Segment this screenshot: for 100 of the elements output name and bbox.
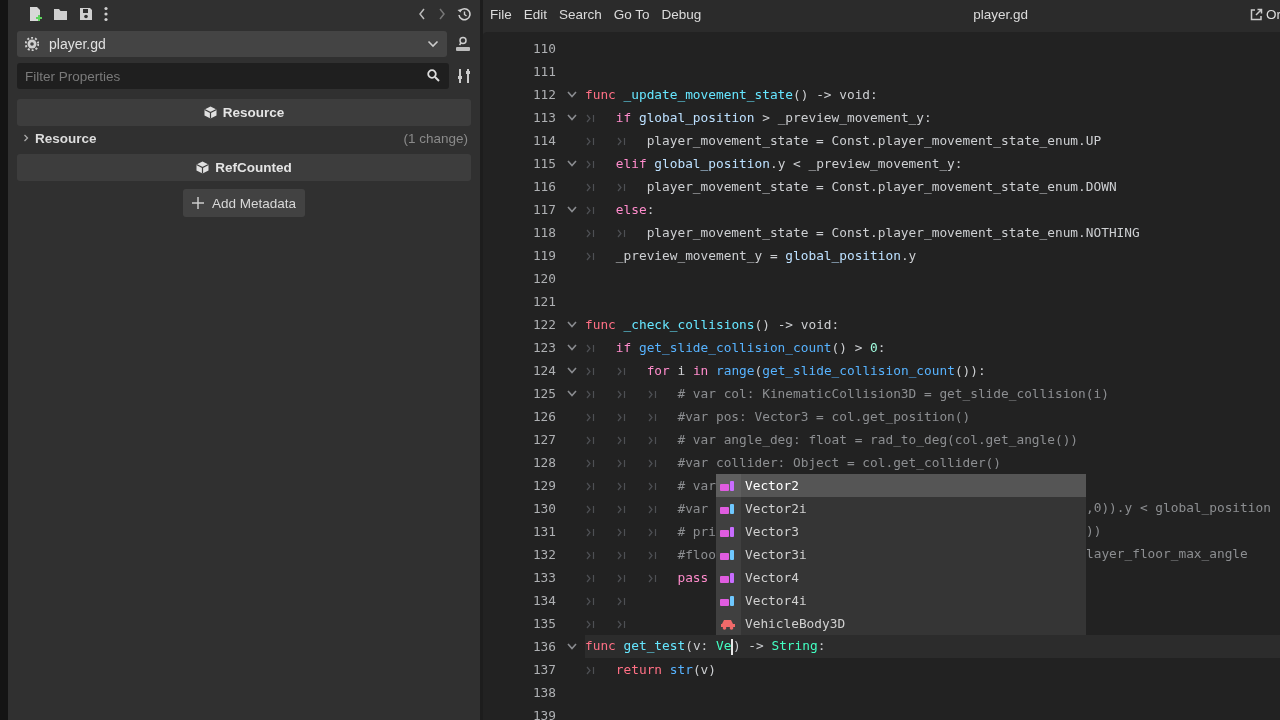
resource-dropdown[interactable]: player.gd [17,31,447,57]
line-number: 127 [531,432,556,447]
code-line: pass [677,570,709,585]
back-icon[interactable] [417,7,427,21]
code-line: player_movement_state = Const.player_movement_state_enum.NOTHING [646,225,1140,240]
chevron-icon[interactable] [22,133,30,143]
completion-item[interactable]: Vector4 [715,566,1086,589]
code-line: # pri [677,524,716,539]
line-number: 137 [531,662,556,677]
menu-item[interactable]: File [488,6,518,22]
line-number: 121 [531,294,556,309]
folder-icon[interactable] [53,7,69,21]
line-number: 138 [531,685,556,700]
line-number: 133 [531,570,556,585]
line-number: 112 [531,87,556,102]
vector-type-icon [720,525,737,538]
line-number: 135 [531,616,556,631]
vector-type-icon [720,548,737,561]
open-link[interactable]: Or [1250,6,1280,22]
line-number: 125 [531,386,556,401]
code-fragment: )) [1085,523,1102,538]
code-line: #floo [677,547,716,562]
code-line: player_movement_state = Const.player_movement_state_enum.DOWN [646,179,1117,194]
code-line: elif global_position.y < _preview_movement_y: [615,156,963,171]
vector-type-icon [720,571,737,584]
change-count: (1 change) [403,130,468,146]
code-fragment: layer_floor_max_angle [1085,546,1248,561]
line-number: 110 [531,41,556,56]
line-number: 117 [531,202,556,217]
line-number: 126 [531,409,556,424]
line-number: 134 [531,593,556,608]
category-label: Resource [35,130,97,146]
code-line: if get_slide_collision_count() > 0: [615,340,886,355]
line-number: 139 [531,708,556,720]
category-row[interactable]: Resource (1 change) [17,127,471,149]
doc-search-icon[interactable] [455,36,471,52]
code-line: func get_test(v: Ve) -> String: [585,638,826,655]
code-line: func _update_movement_state() -> void: [585,87,878,102]
history-icon[interactable] [457,7,471,21]
line-number: 123 [531,340,556,355]
code-line: # var col: KinematicCollision3D = get_slide_collision(i) [677,386,1109,401]
line-number: 111 [531,64,556,79]
code-line: _preview_movement_y = global_position.y [615,248,917,263]
code-line: #var [677,501,709,516]
filter-field[interactable]: Filter Properties [17,63,449,89]
vector-type-icon [720,479,737,492]
line-number: 129 [531,478,556,493]
line-number: 128 [531,455,556,470]
completion-item[interactable]: Vector3i [715,543,1086,566]
code-editor[interactable] [483,32,1280,720]
line-number: 113 [531,110,556,125]
line-number: 122 [531,317,556,332]
external-link-icon [1250,7,1263,21]
completion-item[interactable]: Vector4i [715,589,1086,612]
line-number: 131 [531,524,556,539]
forward-icon[interactable] [437,7,447,21]
line-number: 114 [531,133,556,148]
file-title: player.gd [972,6,1030,22]
code-line: #var collider: Object = col.get_collider() [677,455,1002,470]
line-number: 124 [531,363,556,378]
dropdown-caret-icon [427,40,439,48]
class-header-label: RefCounted [215,160,292,175]
line-number: 116 [531,179,556,194]
menu-item[interactable]: Debug [659,6,708,22]
line-number: 120 [531,271,556,286]
plus-icon [191,197,204,209]
save-icon[interactable] [79,7,93,21]
code-line: if global_position > _preview_movement_y: [615,110,932,125]
vector-type-icon [720,594,737,607]
code-line: # var angle_deg: float = rad_to_deg(col.get_angle()) [677,432,1079,447]
vector-type-icon [720,502,737,515]
menu-item[interactable]: Go To [611,6,656,22]
line-number: 115 [531,156,556,171]
completion-item[interactable]: Vector2 [715,474,1086,497]
line-number: 119 [531,248,556,263]
code-line: func _check_collisions() -> void: [585,317,840,332]
completion-item[interactable]: VehicleBody3D [715,612,1086,635]
completion-item[interactable]: Vector3 [715,520,1086,543]
menu-item[interactable]: Edit [521,6,554,22]
add-metadata-button[interactable]: Add Metadata [182,189,306,217]
menu-item[interactable]: Search [557,6,608,22]
class-header-label: Resource [222,105,285,120]
new-script-icon[interactable] [29,6,43,22]
gear-icon [25,37,39,51]
completion-item[interactable]: Vector2i [715,497,1086,520]
code-line: player_movement_state = Const.player_movement_state_enum.UP [646,133,1102,148]
kebab-menu-icon[interactable] [103,6,109,22]
code-line: else: [615,202,655,217]
tools-icon[interactable] [457,68,471,84]
line-number: 130 [531,501,556,516]
line-number: 132 [531,547,556,562]
cube-icon [196,161,210,174]
code-fragment: ,0)).y < global_position [1085,500,1271,515]
code-line: #var pos: Vector3 = col.get_position() [677,409,971,424]
code-line: for i in range(get_slide_collision_count()): [646,363,986,378]
car-icon [720,617,737,630]
line-number: 118 [531,225,556,240]
code-line: # var [677,478,716,493]
cube-icon [203,106,217,119]
code-line: return str(v) [615,662,716,677]
